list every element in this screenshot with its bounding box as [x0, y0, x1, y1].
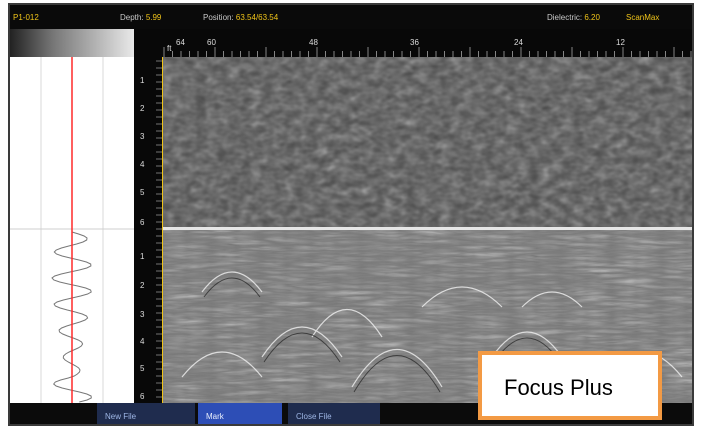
dielectric-value: 6.20	[584, 13, 600, 22]
amplitude-trace-panel	[10, 57, 134, 403]
mark-button[interactable]: Mark	[198, 403, 282, 424]
depth-label-lower-2: 2	[140, 281, 145, 290]
trace-graphic	[10, 57, 134, 403]
depth-label-lower-3: 3	[140, 310, 145, 319]
distance-ruler: ft 64 60 48 36 24 12	[134, 29, 692, 57]
close-file-button[interactable]: Close File	[288, 403, 380, 424]
depth-axis: 1 2 3 4 5 6 1 2 3 4 5 6	[134, 57, 162, 403]
ruler-label-36: 36	[410, 38, 419, 47]
status-bar: P1-012 Depth: 5.99 Position: 63.54/63.54…	[10, 5, 692, 29]
new-file-button[interactable]: New File	[97, 403, 195, 424]
depth-label-upper-4: 4	[140, 160, 145, 169]
position-label: Position:	[203, 13, 234, 22]
depth-label-upper-3: 3	[140, 132, 145, 141]
depth-axis-graphic: 1 2 3 4 5 6 1 2 3 4 5 6	[140, 60, 162, 401]
depth-label-upper-5: 5	[140, 188, 145, 197]
depth-label-upper-2: 2	[140, 104, 145, 113]
position-value: 63.54/63.54	[235, 13, 279, 22]
depth-value: 5.99	[145, 13, 162, 22]
position-readout: Position: 63.54/63.54	[203, 13, 278, 22]
depth-label-lower-4: 4	[140, 337, 145, 346]
depth-label-upper-6: 6	[140, 218, 145, 227]
focus-plus-callout: Focus Plus	[478, 351, 662, 420]
ruler-label-64: 64	[176, 38, 185, 47]
depth-label: Depth:	[120, 13, 144, 22]
callout-label: Focus Plus	[504, 375, 613, 400]
surface-reflection	[162, 227, 692, 230]
ruler-label-60: 60	[207, 38, 216, 47]
depth-label-lower-5: 5	[140, 364, 145, 373]
ruler-graphic: ft 64 60 48 36 24 12	[163, 38, 692, 57]
dielectric-label: Dielectric:	[547, 13, 583, 22]
ruler-label-24: 24	[514, 38, 523, 47]
depth-label-lower-6: 6	[140, 392, 145, 401]
file-id: P1-012	[13, 13, 39, 22]
depth-label-lower-1: 1	[140, 252, 145, 261]
color-gradient-bar	[10, 29, 134, 57]
dielectric-readout: Dielectric: 6.20	[547, 13, 600, 22]
ruler-label-48: 48	[309, 38, 318, 47]
brand-label: ScanMax	[626, 13, 660, 22]
ruler-label-12: 12	[616, 38, 625, 47]
depth-readout: Depth: 5.99	[120, 13, 161, 22]
ruler-unit: ft	[167, 44, 172, 53]
depth-label-upper-1: 1	[140, 76, 145, 85]
